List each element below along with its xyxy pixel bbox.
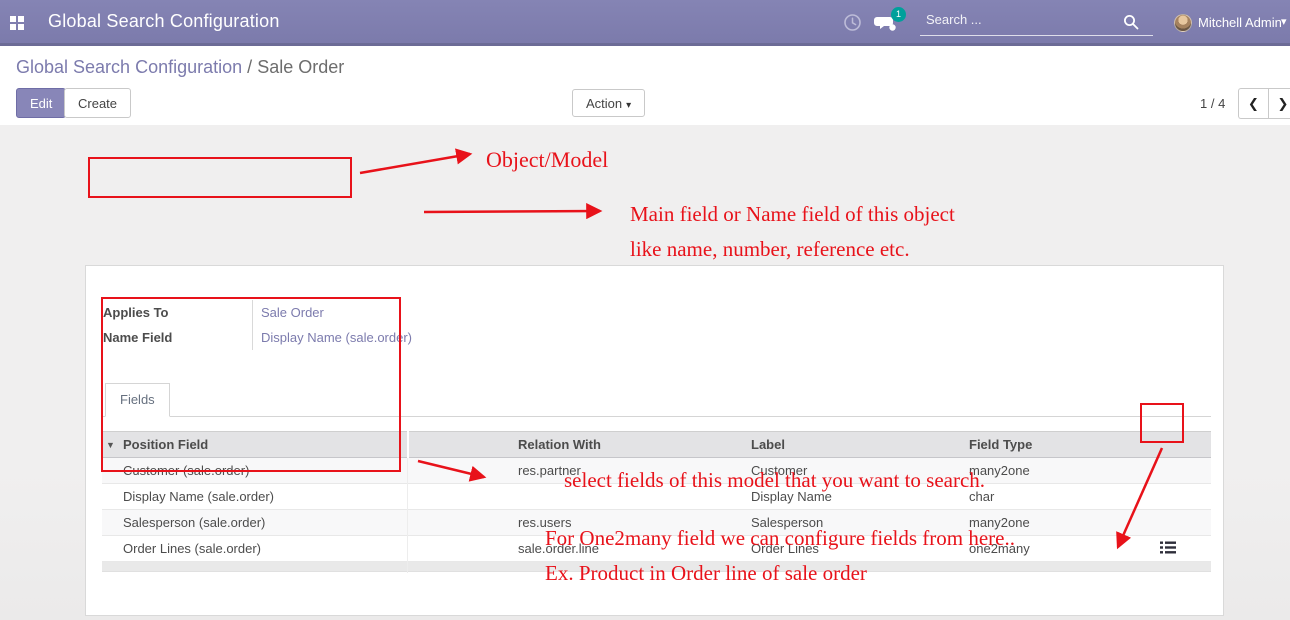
annotation-one2many-line1: For One2many field we can configure fiel… — [545, 526, 1015, 551]
global-search — [920, 10, 1153, 36]
tab-fields[interactable]: Fields — [105, 383, 170, 417]
breadcrumb: Global Search Configuration / Sale Order — [16, 57, 344, 78]
top-navbar: Global Search Configuration 1 Mitchell A… — [0, 0, 1290, 46]
pager: ❮ ❯ — [1238, 88, 1290, 119]
apps-menu-icon[interactable] — [10, 16, 16, 22]
user-avatar[interactable] — [1174, 14, 1192, 32]
applies-to-label: Applies To — [102, 305, 252, 320]
header-column-divider — [407, 431, 409, 458]
app-title: Global Search Configuration — [48, 11, 280, 32]
pager-counter: 1 / 4 — [1200, 96, 1225, 111]
header-position-field[interactable]: ▼Position Field — [102, 437, 509, 452]
caret-down-icon: ▾ — [626, 100, 631, 111]
list-icon — [1160, 541, 1176, 554]
action-dropdown-button[interactable]: Action ▾ — [572, 89, 645, 117]
search-icon[interactable] — [1123, 14, 1139, 30]
action-label: Action — [586, 96, 622, 111]
field-row-applies-to: Applies To Sale Order — [102, 300, 662, 325]
header-label[interactable]: Label — [741, 437, 959, 452]
pager-previous-button[interactable]: ❮ — [1238, 88, 1268, 119]
name-field-label: Name Field — [102, 330, 252, 345]
table-header-row: ▼Position Field Relation With Label Fiel… — [102, 431, 1211, 458]
sort-desc-icon[interactable]: ▼ — [106, 440, 115, 450]
breadcrumb-separator: / — [247, 57, 252, 77]
breadcrumb-parent-link[interactable]: Global Search Configuration — [16, 57, 242, 77]
cell-actions — [1147, 541, 1211, 557]
cell-field-type: char — [959, 489, 1147, 504]
user-menu[interactable]: Mitchell Admin — [1198, 15, 1282, 30]
annotation-name-field-line2: like name, number, reference etc. — [630, 237, 910, 262]
cell-position-field: Customer (sale.order) — [102, 463, 509, 478]
header-relation-with[interactable]: Relation With — [509, 437, 741, 452]
applies-to-value[interactable]: Sale Order — [252, 300, 662, 325]
cell-position-field: Salesperson (sale.order) — [102, 515, 509, 530]
rows-column-divider — [407, 458, 408, 573]
create-button[interactable]: Create — [64, 88, 131, 118]
annotation-name-field-line1: Main field or Name field of this object — [630, 202, 955, 227]
breadcrumb-current: Sale Order — [257, 57, 344, 77]
annotation-select-fields: select fields of this model that you wan… — [564, 468, 985, 493]
annotation-object-model: Object/Model — [486, 147, 608, 173]
configure-one2many-button[interactable] — [1159, 541, 1177, 556]
tabbar-divider — [102, 416, 1211, 417]
search-input[interactable] — [926, 12, 1116, 27]
cell-position-field: Display Name (sale.order) — [102, 489, 509, 504]
field-row-name-field: Name Field Display Name (sale.order) — [102, 325, 662, 350]
annotation-one2many-line2: Ex. Product in Order line of sale order — [545, 561, 867, 586]
name-field-value[interactable]: Display Name (sale.order) — [252, 325, 662, 350]
chevron-down-icon[interactable]: ▾ — [1281, 15, 1287, 28]
message-count-badge[interactable]: 1 — [891, 7, 906, 22]
page: Global Search Configuration 1 Mitchell A… — [0, 0, 1290, 620]
cell-position-field: Order Lines (sale.order) — [102, 541, 509, 556]
edit-button[interactable]: Edit — [16, 88, 66, 118]
cell-field-type: many2one — [959, 463, 1147, 478]
activities-clock-icon[interactable] — [843, 13, 862, 32]
control-panel: Global Search Configuration / Sale Order… — [0, 46, 1290, 125]
header-field-type[interactable]: Field Type — [959, 437, 1147, 452]
pager-next-button[interactable]: ❯ — [1268, 88, 1290, 119]
